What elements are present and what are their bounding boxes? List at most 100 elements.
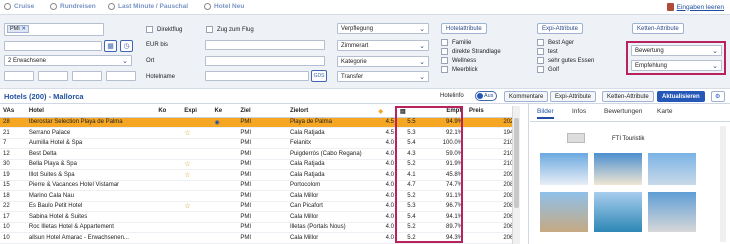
col-expi[interactable]: Expi (181, 106, 212, 118)
age-input-1[interactable] (4, 71, 34, 81)
transfer-select[interactable]: Transfer ⌄ (337, 71, 429, 82)
tab-hotel-neu[interactable]: Hotel Neu (204, 3, 244, 10)
verpflegung-select[interactable]: Verpflegung ⌄ (337, 23, 429, 34)
globe-icon: ◉ (214, 119, 220, 126)
cell-hotel: Iberostar Selection Playa de Palma (25, 117, 156, 128)
tab-infos[interactable]: Infos (572, 108, 586, 115)
cell-ke (211, 211, 238, 223)
col-vas[interactable]: VAs (0, 106, 26, 118)
cell-expi: ☆ (181, 201, 212, 212)
zimmerart-select[interactable]: Zimmerart ⌄ (337, 40, 429, 51)
expi-attribute-toolbar-button[interactable]: Expi-Attribute (550, 91, 597, 102)
kategorie-select[interactable]: Kategorie ⌄ (337, 56, 429, 67)
familie-checkbox[interactable]: Familie (441, 39, 471, 46)
cell-ziel: PMI (237, 169, 287, 181)
col-zielort[interactable]: Zielort (286, 106, 376, 118)
cell-vas: 28 (0, 117, 26, 128)
cell-hotel: Roc Illetas Hotel & Appartement (25, 222, 156, 233)
ketten-attribute-button[interactable]: Ketten-Attribute (632, 23, 684, 34)
cell-rating: 4.5 (375, 127, 397, 139)
star-icon: ☆ (184, 171, 191, 179)
cell-ko (155, 159, 182, 170)
cell-expi (181, 190, 212, 202)
calendar-icon[interactable]: ▦ (104, 40, 117, 52)
cell-expi (181, 117, 212, 128)
wellness-checkbox[interactable]: Wellness (441, 57, 476, 64)
cell-ko (155, 117, 182, 128)
ketten-attribute-toolbar-button[interactable]: Ketten-Attribute (602, 91, 654, 102)
cell-ko (155, 138, 182, 149)
col-ziel[interactable]: Ziel (237, 106, 287, 118)
hotelname-label: Hotelname (146, 74, 176, 80)
ort-input[interactable] (205, 56, 325, 66)
cell-ke (211, 222, 238, 233)
col-ko[interactable]: Ko (155, 106, 182, 118)
zug-zum-flug-checkbox[interactable]: Zug zum Flug (206, 26, 254, 33)
col-ke[interactable]: Ke (211, 106, 238, 118)
cell-vas: 19 (0, 169, 26, 181)
hotel-image[interactable] (648, 153, 696, 185)
cell-ke (211, 138, 238, 149)
gds-button[interactable]: GDS (311, 70, 327, 82)
reset-link[interactable]: Eingaben leeren (666, 3, 724, 11)
cell-ko (155, 190, 182, 202)
hotelname-input[interactable] (205, 71, 309, 81)
travelers-select[interactable]: 2 Erwachsene ⌄ (4, 55, 132, 66)
best-ager-checkbox[interactable]: Best Ager (537, 39, 574, 46)
col-rating[interactable]: ◆ (375, 106, 397, 118)
hotelinfo-toggle[interactable]: Aus (475, 91, 497, 101)
hotel-image[interactable] (594, 153, 642, 185)
tab-rundreisen[interactable]: Rundreisen (50, 3, 96, 10)
panel-scrollbar[interactable] (720, 126, 726, 242)
cell-rating: 4.0 (375, 169, 397, 181)
golf-checkbox[interactable]: Golf (537, 66, 559, 73)
cell-zielort: Cala Ratjada (286, 159, 376, 170)
aktualisieren-button[interactable]: Aktualisieren (657, 91, 705, 102)
destination-input[interactable]: PMI ✕ (4, 23, 104, 36)
settings-icon[interactable]: ⚙ (711, 91, 725, 102)
age-input-2[interactable] (38, 71, 68, 81)
cell-rating: 4.0 (375, 138, 397, 149)
chevron-down-icon: ⌄ (712, 63, 718, 70)
clock-icon[interactable]: ◷ (120, 40, 133, 52)
cell-zielort: Can Picafort (286, 201, 376, 212)
meerblick-checkbox[interactable]: Meerblick (441, 66, 478, 73)
cell-ke (211, 159, 238, 170)
hotel-image[interactable] (648, 192, 696, 232)
test-checkbox[interactable]: test (537, 48, 558, 55)
cell-zielort: Cala Ratjada (286, 169, 376, 181)
cell-hotel: allsun Hotel Amarac - Erwachsenen... (25, 232, 156, 244)
cell-zielort: Puigderròs (Cabo Regana) (286, 148, 376, 160)
tab-bilder[interactable]: Bilder (537, 108, 554, 119)
strandlage-checkbox[interactable]: direkte Strandlage (441, 48, 501, 55)
bewertung-select[interactable]: Bewertung ⌄ (631, 45, 722, 56)
cell-ke (211, 169, 238, 181)
hotelattribute-button[interactable]: Hotelattribute (441, 23, 487, 34)
col-hotel[interactable]: Hotel (25, 106, 156, 118)
direktflug-checkbox[interactable]: Direktflug (146, 26, 182, 33)
hotel-image[interactable] (540, 153, 588, 185)
tab-bewertungen[interactable]: Bewertungen (604, 108, 642, 115)
cell-hotel: Bella Playa & Spa (25, 159, 156, 170)
empfehlung-select[interactable]: Empfehlung ⌄ (631, 60, 722, 71)
hotel-image[interactable] (594, 192, 642, 232)
tab-karte[interactable]: Karte (657, 108, 673, 115)
gutes-essen-checkbox[interactable]: sehr gutes Essen (537, 57, 594, 64)
chevron-down-icon: ⌄ (419, 26, 425, 33)
cell-vas: 7 (0, 138, 26, 149)
table-scrollbar[interactable] (512, 106, 520, 244)
hotel-image[interactable] (540, 192, 588, 232)
tab-last-minute[interactable]: Last Minute / Pauschal (108, 3, 188, 10)
date-input[interactable] (4, 41, 102, 51)
cell-ziel: PMI (237, 222, 287, 233)
eur-bis-input[interactable] (205, 40, 325, 50)
age-input-3[interactable] (72, 71, 102, 81)
tab-cruise[interactable]: Cruise (4, 3, 34, 10)
cell-ziel: PMI (237, 148, 287, 160)
close-icon[interactable]: ✕ (21, 26, 26, 32)
expi-attribute-button[interactable]: Expi-Attribute (537, 23, 584, 34)
age-input-4[interactable] (106, 71, 136, 81)
kommentare-button[interactable]: Kommentare (504, 91, 549, 102)
cell-rating: 4.0 (375, 211, 397, 223)
cell-hotel: Serrano Palace (25, 127, 156, 139)
